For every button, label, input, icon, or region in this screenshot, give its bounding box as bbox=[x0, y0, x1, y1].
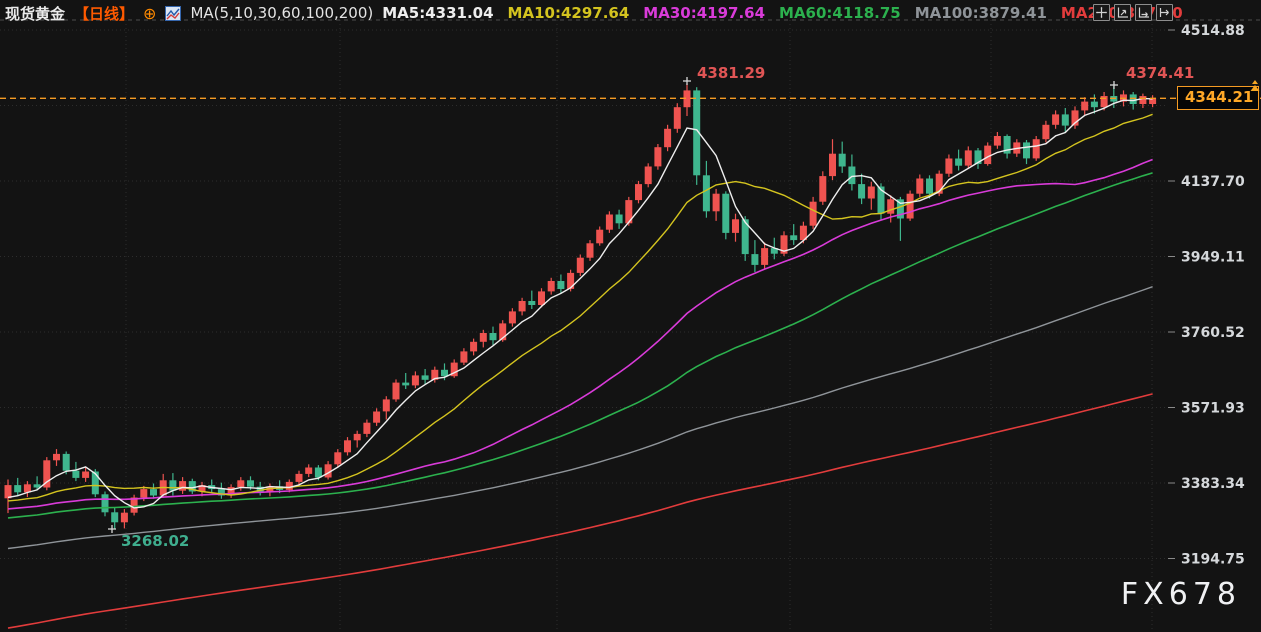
price-annotation: 3268.02 bbox=[121, 532, 189, 550]
ma-values: MA5:4331.04 MA10:4297.64 MA30:4197.64 MA60:… bbox=[382, 4, 1182, 22]
indicator-chart-icon[interactable] bbox=[165, 6, 181, 21]
annotations-layer: 4381.29 4374.41 3268.02 bbox=[108, 64, 1194, 550]
chart-toolbar bbox=[1093, 4, 1173, 21]
axis-scale-right-icon[interactable] bbox=[1135, 4, 1152, 21]
price-alert-icon[interactable] bbox=[1248, 79, 1261, 98]
price-axis-label: 3760.52 bbox=[1181, 325, 1245, 341]
current-price-value: 4344.21 bbox=[1185, 88, 1253, 106]
add-indicator-icon[interactable]: ⊕ bbox=[143, 6, 156, 21]
ma-line-ma10 bbox=[8, 114, 1153, 501]
price-axis-label: 4137.70 bbox=[1181, 174, 1245, 190]
price-axis-label: 3383.34 bbox=[1181, 476, 1245, 492]
price-axis-label: 3194.75 bbox=[1181, 552, 1245, 568]
price-annotation: 4381.29 bbox=[697, 64, 765, 82]
ma-value-label: MA10:4297.64 bbox=[508, 4, 630, 22]
watermark-logo: FX678 bbox=[1121, 577, 1241, 612]
ma-line-ma100 bbox=[8, 287, 1153, 549]
current-price-tag: 4344.21 bbox=[1177, 86, 1259, 110]
ma-settings-label: MA(5,10,30,60,100,200) bbox=[190, 4, 373, 22]
axis-scale-up-icon[interactable] bbox=[1114, 4, 1131, 21]
chart-header: 现货黄金 【日线】 ⊕ MA(5,10,30,60,100,200) MA5:4… bbox=[0, 0, 1183, 24]
ma-value-label: MA60:4118.75 bbox=[779, 4, 901, 22]
ma-line-ma30 bbox=[8, 160, 1153, 509]
ma-value-label: MA30:4197.64 bbox=[643, 4, 765, 22]
price-axis-label: 3949.11 bbox=[1181, 250, 1245, 266]
instrument-name: 现货黄金 bbox=[5, 3, 65, 24]
price-axis-label: 3571.93 bbox=[1181, 401, 1245, 417]
move-crosshair-icon[interactable] bbox=[1093, 4, 1110, 21]
price-chart[interactable]: 4514.88 4137.70 3949.11 3760.52 3571.93 3383.… bbox=[0, 0, 1261, 632]
price-annotation: 4374.41 bbox=[1126, 64, 1194, 82]
pan-right-icon[interactable] bbox=[1156, 4, 1173, 21]
ma-value-label: MA100:3879.41 bbox=[915, 4, 1047, 22]
price-axis-label: 4514.88 bbox=[1181, 23, 1245, 39]
candles-layer bbox=[5, 84, 1157, 530]
timeframe-label: 【日线】 bbox=[74, 3, 134, 24]
ma-value-label: MA5:4331.04 bbox=[382, 4, 493, 22]
